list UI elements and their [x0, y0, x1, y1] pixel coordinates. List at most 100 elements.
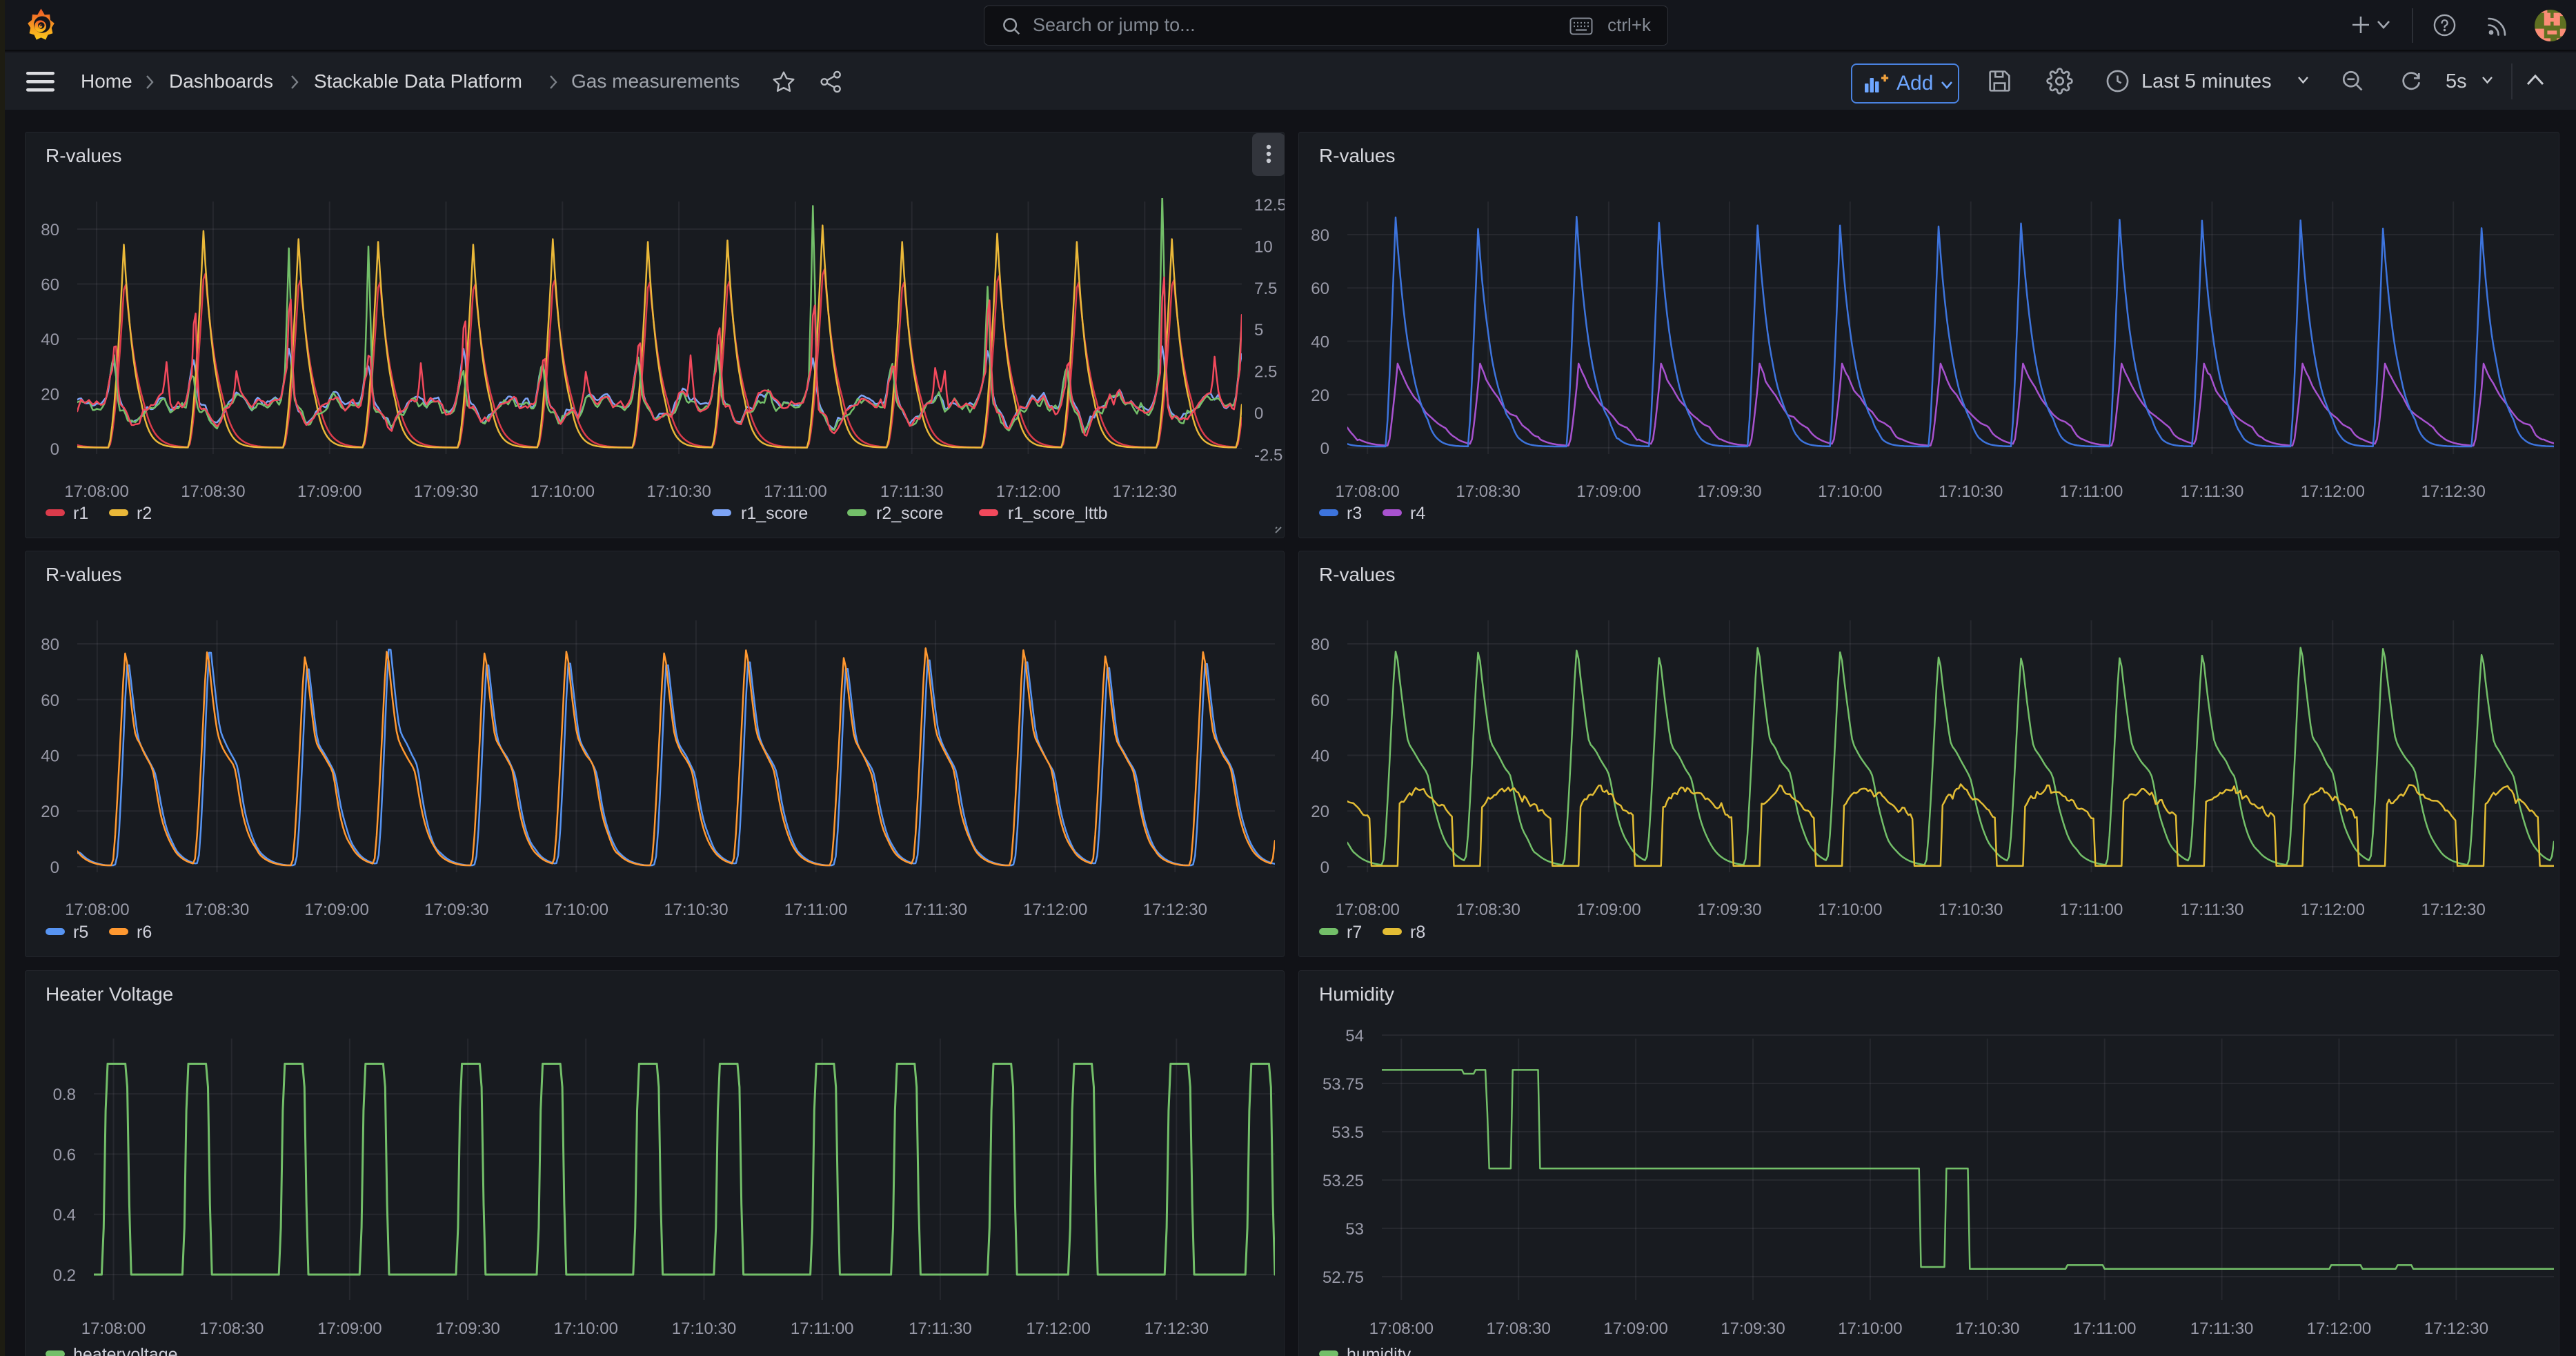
svg-text:17:10:30: 17:10:30: [672, 1319, 736, 1338]
svg-text:R-values: R-values: [1319, 564, 1395, 585]
svg-text:Heater Voltage: Heater Voltage: [46, 983, 173, 1005]
svg-text:17:09:00: 17:09:00: [304, 901, 368, 919]
svg-text:20: 20: [1311, 803, 1329, 821]
svg-text:0: 0: [50, 440, 59, 459]
svg-text:R-values: R-values: [46, 564, 121, 585]
svg-text:17:11:00: 17:11:00: [784, 901, 848, 919]
svg-text:17:08:30: 17:08:30: [1486, 1319, 1550, 1338]
svg-text:5: 5: [1254, 321, 1263, 340]
svg-text:17:11:30: 17:11:30: [904, 901, 967, 919]
svg-text:17:11:30: 17:11:30: [880, 482, 944, 501]
svg-text:53.25: 53.25: [1322, 1172, 1364, 1190]
svg-text:r7: r7: [1347, 923, 1362, 942]
svg-text:R-values: R-values: [1319, 145, 1395, 166]
svg-text:17:09:30: 17:09:30: [414, 482, 478, 501]
svg-text:17:12:00: 17:12:00: [996, 482, 1060, 501]
svg-text:17:09:00: 17:09:00: [317, 1319, 382, 1338]
svg-text:20: 20: [1311, 386, 1329, 405]
svg-text:17:08:30: 17:08:30: [1456, 482, 1520, 501]
svg-text:17:08:30: 17:08:30: [185, 901, 249, 919]
svg-text:17:08:00: 17:08:00: [1335, 901, 1399, 919]
svg-text:-2.5: -2.5: [1254, 446, 1282, 464]
svg-text:17:09:30: 17:09:30: [424, 901, 488, 919]
svg-text:17:08:30: 17:08:30: [181, 482, 245, 501]
svg-text:r1_score: r1_score: [741, 504, 808, 523]
svg-text:17:09:30: 17:09:30: [1697, 901, 1761, 919]
svg-text:17:10:30: 17:10:30: [1939, 901, 2003, 919]
svg-text:17:12:30: 17:12:30: [1143, 901, 1207, 919]
svg-text:17:09:00: 17:09:00: [297, 482, 361, 501]
svg-text:17:10:30: 17:10:30: [1939, 482, 2003, 501]
svg-text:17:11:00: 17:11:00: [2073, 1319, 2137, 1338]
svg-text:17:10:30: 17:10:30: [646, 482, 711, 501]
svg-text:17:10:30: 17:10:30: [1955, 1319, 2019, 1338]
svg-text:17:11:00: 17:11:00: [764, 482, 827, 501]
svg-text:17:10:00: 17:10:00: [1838, 1319, 1902, 1338]
svg-text:12.5: 12.5: [1254, 196, 1285, 215]
svg-text:0.6: 0.6: [53, 1146, 76, 1164]
svg-text:60: 60: [41, 691, 59, 710]
svg-text:60: 60: [41, 276, 59, 295]
svg-text:80: 80: [1311, 636, 1329, 654]
svg-text:17:12:30: 17:12:30: [1145, 1319, 1209, 1338]
svg-text:20: 20: [41, 386, 59, 404]
svg-text:17:10:00: 17:10:00: [531, 482, 595, 501]
svg-text:0.8: 0.8: [53, 1085, 76, 1104]
svg-text:52.75: 52.75: [1322, 1268, 1364, 1287]
svg-text:17:08:30: 17:08:30: [199, 1319, 264, 1338]
svg-text:0: 0: [50, 858, 59, 877]
svg-text:17:12:00: 17:12:00: [1026, 1319, 1090, 1338]
svg-text:17:08:00: 17:08:00: [1335, 482, 1399, 501]
svg-text:0: 0: [1320, 858, 1329, 877]
svg-text:17:10:00: 17:10:00: [1818, 482, 1882, 501]
svg-text:17:12:00: 17:12:00: [1023, 901, 1087, 919]
svg-text:17:11:00: 17:11:00: [2060, 482, 2123, 501]
svg-text:17:09:30: 17:09:30: [435, 1319, 499, 1338]
svg-text:R-values: R-values: [46, 145, 121, 166]
svg-text:17:12:30: 17:12:30: [2424, 1319, 2488, 1338]
svg-text:17:09:00: 17:09:00: [1576, 901, 1641, 919]
svg-text:r2: r2: [137, 504, 152, 523]
svg-text:17:11:00: 17:11:00: [791, 1319, 854, 1338]
svg-text:r1: r1: [73, 504, 88, 523]
svg-text:40: 40: [41, 747, 59, 766]
svg-text:17:11:30: 17:11:30: [2181, 482, 2244, 501]
svg-text:17:09:30: 17:09:30: [1721, 1319, 1785, 1338]
svg-text:r6: r6: [137, 923, 152, 942]
svg-text:17:08:30: 17:08:30: [1456, 901, 1520, 919]
svg-text:80: 80: [1311, 226, 1329, 245]
svg-text:2.5: 2.5: [1254, 363, 1277, 382]
svg-text:17:08:00: 17:08:00: [65, 901, 129, 919]
svg-text:0.2: 0.2: [53, 1266, 76, 1285]
svg-text:17:09:00: 17:09:00: [1603, 1319, 1667, 1338]
svg-text:17:11:30: 17:11:30: [2190, 1319, 2254, 1338]
svg-text:17:12:30: 17:12:30: [2421, 482, 2485, 501]
svg-text:r8: r8: [1410, 923, 1425, 942]
svg-text:17:12:00: 17:12:00: [2307, 1319, 2371, 1338]
svg-text:10: 10: [1254, 237, 1273, 256]
svg-text:53.75: 53.75: [1322, 1075, 1364, 1094]
svg-text:60: 60: [1311, 279, 1329, 298]
svg-text:54: 54: [1345, 1027, 1364, 1045]
svg-text:17:09:00: 17:09:00: [1576, 482, 1641, 501]
svg-text:40: 40: [1311, 333, 1329, 352]
svg-text:17:11:00: 17:11:00: [2060, 901, 2123, 919]
svg-text:17:12:30: 17:12:30: [1113, 482, 1177, 501]
svg-text:17:08:00: 17:08:00: [81, 1319, 146, 1338]
svg-text:17:10:00: 17:10:00: [554, 1319, 618, 1338]
svg-text:53.5: 53.5: [1331, 1123, 1364, 1142]
svg-text:17:10:00: 17:10:00: [544, 901, 608, 919]
svg-text:7.5: 7.5: [1254, 279, 1277, 298]
svg-text:60: 60: [1311, 691, 1329, 710]
svg-text:17:11:30: 17:11:30: [909, 1319, 972, 1338]
svg-text:r3: r3: [1347, 504, 1362, 523]
svg-text:r1_score_lttb: r1_score_lttb: [1008, 504, 1108, 523]
svg-text:Humidity: Humidity: [1319, 983, 1394, 1005]
svg-text:80: 80: [41, 221, 59, 239]
svg-text:53: 53: [1345, 1220, 1364, 1239]
svg-text:17:08:00: 17:08:00: [1369, 1319, 1434, 1338]
svg-text:17:12:30: 17:12:30: [2421, 901, 2485, 919]
svg-text:40: 40: [41, 331, 59, 349]
svg-text:r4: r4: [1410, 504, 1425, 523]
svg-text:17:12:00: 17:12:00: [2301, 901, 2365, 919]
